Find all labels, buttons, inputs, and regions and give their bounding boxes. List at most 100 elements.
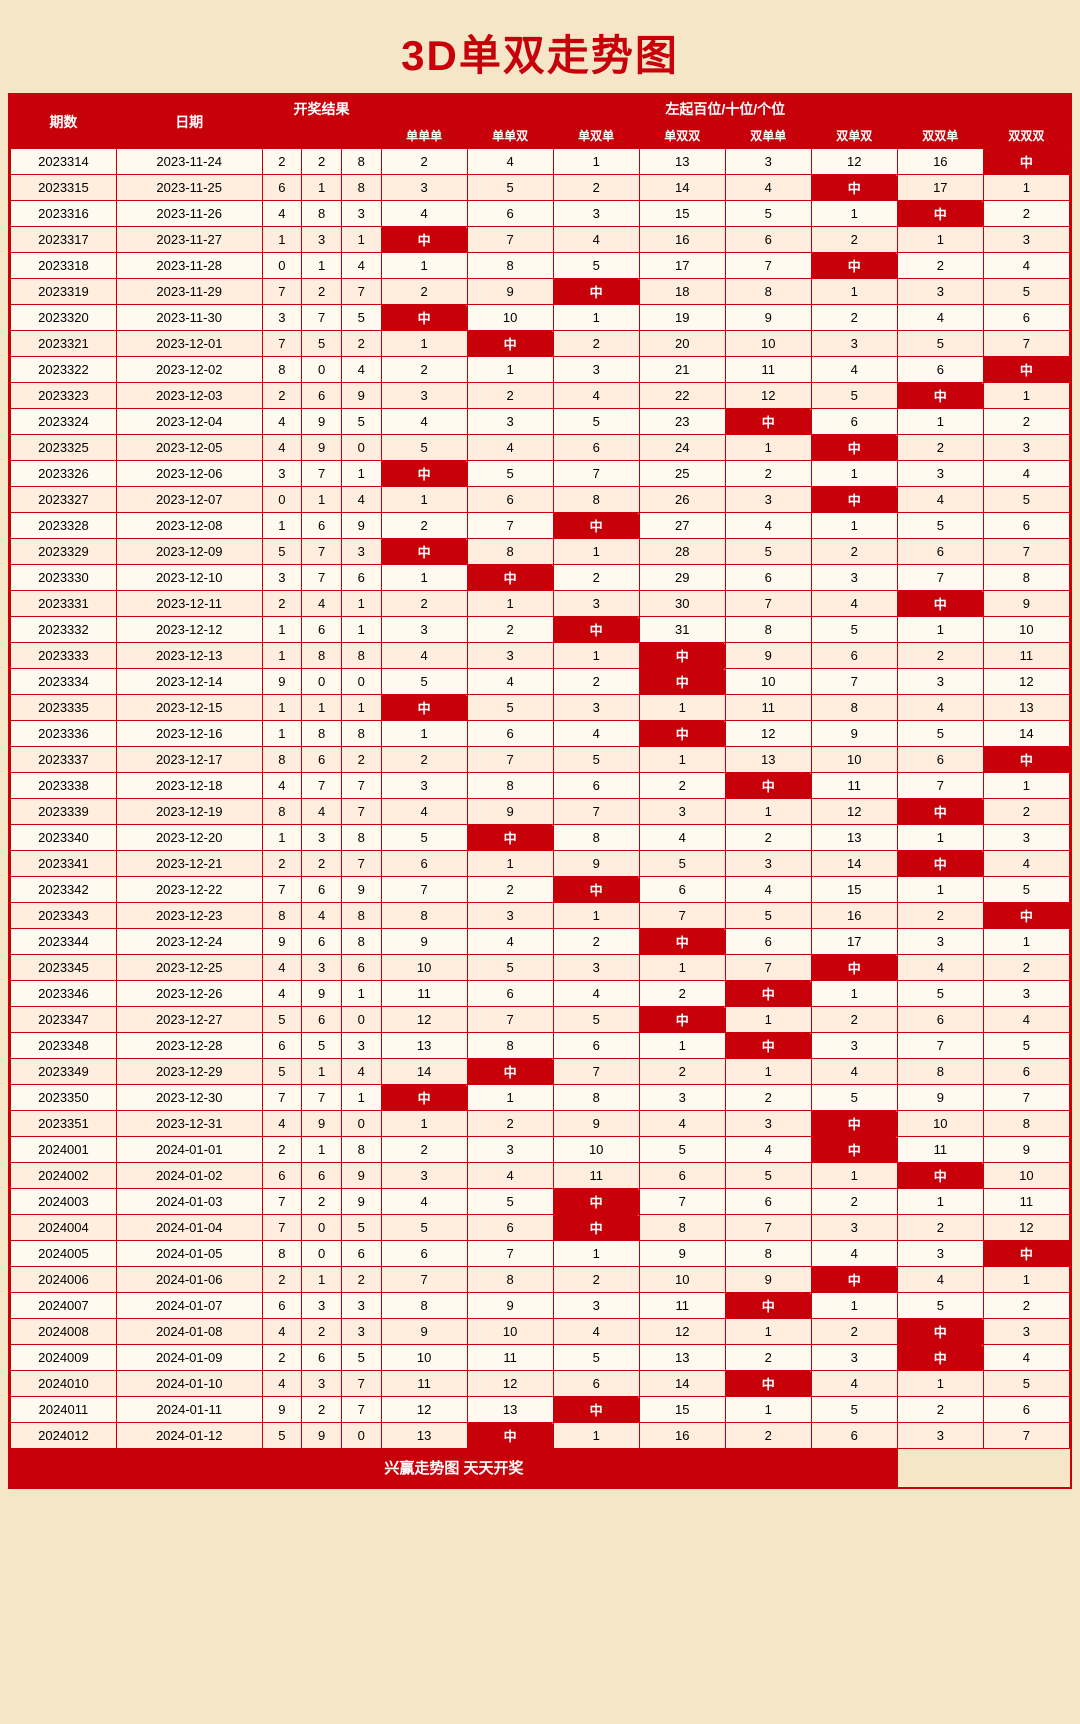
cell-trend-0: 3 [381,773,467,799]
cell-trend-4: 3 [725,149,811,175]
cell-trend-1: 6 [467,487,553,513]
cell-trend-4: 10 [725,331,811,357]
cell-trend-2: 1 [553,903,639,929]
cell-trend-3: 中 [639,721,725,747]
cell-date: 2023-12-14 [116,669,262,695]
table-row: 20233332023-12-13188431中96211 [11,643,1070,669]
cell-trend-2: 7 [553,461,639,487]
cell-result-0: 2 [262,1345,302,1371]
cell-trend-6: 7 [897,773,983,799]
cell-trend-4: 5 [725,903,811,929]
cell-result-0: 2 [262,1267,302,1293]
cell-trend-3: 14 [639,1371,725,1397]
cell-trend-3: 17 [639,253,725,279]
cell-trend-4: 中 [725,1033,811,1059]
cell-trend-7: 9 [983,591,1069,617]
cell-result-0: 8 [262,799,302,825]
cell-date: 2023-12-27 [116,1007,262,1033]
cell-trend-2: 4 [553,981,639,1007]
cell-trend-2: 6 [553,773,639,799]
th-r2 [302,123,342,149]
cell-trend-0: 1 [381,487,467,513]
cell-result-1: 2 [302,1319,342,1345]
cell-trend-7: 中 [983,149,1069,175]
cell-trend-3: 18 [639,279,725,305]
cell-result-0: 0 [262,253,302,279]
cell-result-2: 7 [341,773,381,799]
cell-result-2: 0 [341,669,381,695]
cell-trend-6: 7 [897,1033,983,1059]
cell-trend-1: 4 [467,669,553,695]
cell-result-1: 6 [302,513,342,539]
cell-date: 2023-12-30 [116,1085,262,1111]
cell-trend-3: 29 [639,565,725,591]
cell-trend-6: 中 [897,1319,983,1345]
cell-trend-3: 中 [639,1007,725,1033]
cell-result-1: 8 [302,643,342,669]
table-row: 20233472023-12-275601275中1264 [11,1007,1070,1033]
cell-result-0: 8 [262,903,302,929]
cell-result-2: 4 [341,1059,381,1085]
cell-result-1: 9 [302,435,342,461]
cell-trend-1: 11 [467,1345,553,1371]
cell-trend-5: 2 [811,305,897,331]
cell-trend-4: 3 [725,851,811,877]
cell-trend-7: 4 [983,1345,1069,1371]
cell-trend-4: 3 [725,1111,811,1137]
cell-date: 2023-12-28 [116,1033,262,1059]
cell-date: 2023-12-19 [116,799,262,825]
cell-trend-3: 8 [639,1215,725,1241]
table-row: 20233312023-12-112412133074中9 [11,591,1070,617]
cell-trend-0: 5 [381,435,467,461]
page-title: 3D单双走势图 [8,10,1072,93]
cell-id: 2023337 [11,747,117,773]
cell-trend-7: 2 [983,1293,1069,1319]
cell-trend-4: 7 [725,591,811,617]
cell-result-2: 2 [341,747,381,773]
cell-result-2: 8 [341,149,381,175]
cell-trend-6: 5 [897,513,983,539]
cell-trend-7: 中 [983,1241,1069,1267]
cell-trend-7: 1 [983,1267,1069,1293]
cell-trend-3: 1 [639,955,725,981]
cell-trend-6: 1 [897,877,983,903]
cell-trend-7: 10 [983,1163,1069,1189]
cell-result-1: 7 [302,565,342,591]
cell-trend-6: 中 [897,383,983,409]
cell-trend-1: 7 [467,747,553,773]
cell-trend-5: 6 [811,643,897,669]
cell-trend-2: 2 [553,565,639,591]
cell-trend-4: 4 [725,1137,811,1163]
cell-trend-2: 4 [553,1319,639,1345]
cell-trend-3: 15 [639,1397,725,1423]
cell-trend-0: 中 [381,695,467,721]
cell-id: 2023336 [11,721,117,747]
cell-trend-1: 5 [467,175,553,201]
cell-result-0: 4 [262,955,302,981]
cell-result-1: 8 [302,201,342,227]
cell-result-0: 2 [262,149,302,175]
cell-trend-7: 3 [983,1319,1069,1345]
cell-trend-3: 12 [639,1319,725,1345]
cell-trend-0: 4 [381,799,467,825]
th-t8: 双双双 [983,123,1069,149]
cell-trend-0: 4 [381,409,467,435]
cell-trend-0: 中 [381,461,467,487]
cell-result-2: 8 [341,1137,381,1163]
cell-trend-0: 12 [381,1397,467,1423]
cell-trend-4: 5 [725,1163,811,1189]
cell-result-2: 4 [341,357,381,383]
cell-trend-2: 2 [553,331,639,357]
cell-result-0: 4 [262,409,302,435]
cell-trend-1: 8 [467,539,553,565]
table-row: 20233142023-11-242282411331216中 [11,149,1070,175]
table-row: 20233362023-12-16188164中129514 [11,721,1070,747]
cell-trend-5: 中 [811,1267,897,1293]
cell-result-0: 3 [262,305,302,331]
table-row: 20233222023-12-02804213211146中 [11,357,1070,383]
cell-trend-7: 8 [983,565,1069,591]
cell-result-2: 0 [341,1111,381,1137]
cell-trend-2: 中 [553,1397,639,1423]
cell-result-0: 1 [262,227,302,253]
cell-result-2: 1 [341,695,381,721]
